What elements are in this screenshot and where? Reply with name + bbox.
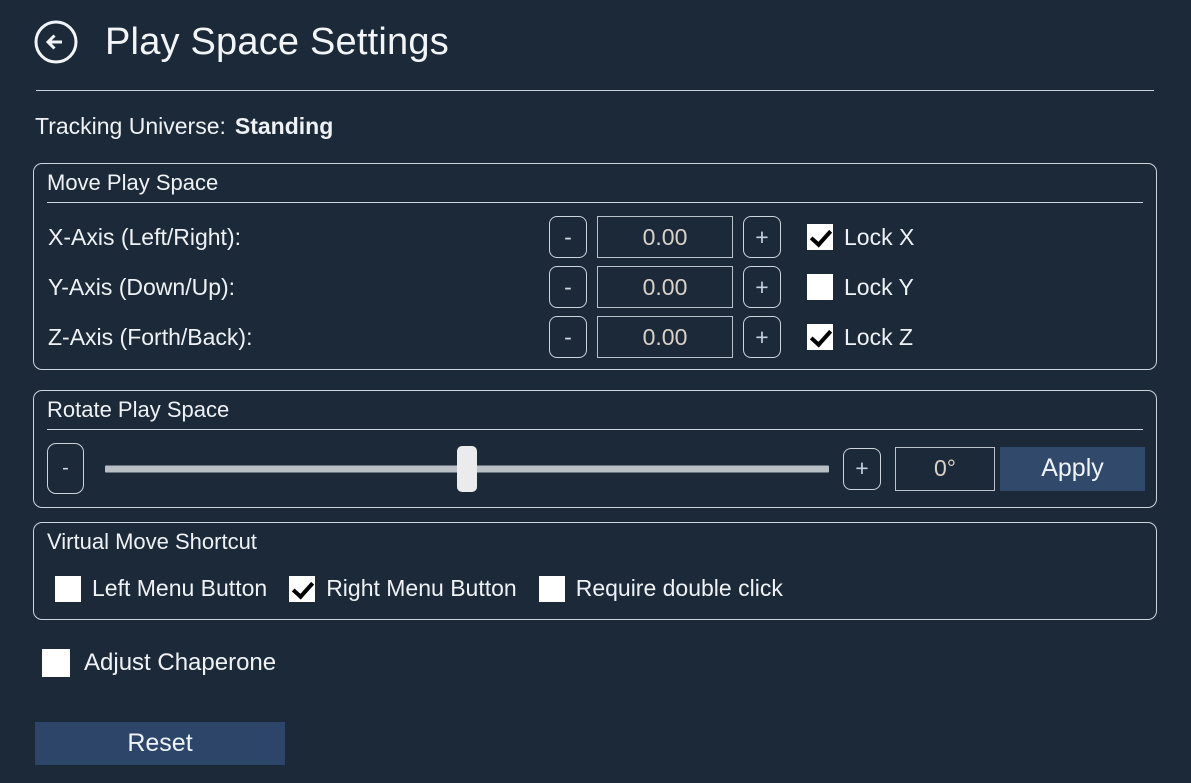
virtual-move-shortcut-group: Virtual Move Shortcut Left Menu Button R… (33, 522, 1157, 620)
lock-y-checkbox[interactable] (807, 274, 833, 300)
x-increment-button[interactable]: + (743, 216, 781, 258)
page-header: Play Space Settings (0, 0, 1191, 64)
header-divider (36, 90, 1154, 91)
axis-rows: X-Axis (Left/Right): - 0.00 + Lock X Y-A… (34, 212, 1156, 362)
x-value-input[interactable]: 0.00 (597, 216, 733, 258)
page-title: Play Space Settings (105, 21, 449, 63)
lock-x-label: Lock X (844, 223, 915, 250)
z-decrement-button[interactable]: - (549, 316, 587, 358)
apply-button[interactable]: Apply (1000, 446, 1145, 491)
axis-label-z: Z-Axis (Forth/Back): (48, 323, 253, 350)
lock-y-checkbox-row[interactable]: Lock Y (807, 274, 914, 301)
rotation-degrees-input[interactable]: 0° (895, 446, 995, 491)
lock-z-label: Lock Z (844, 323, 914, 350)
adjust-chaperone-label: Adjust Chaperone (84, 649, 277, 676)
left-menu-button-checkbox-row[interactable]: Left Menu Button (55, 575, 267, 602)
require-double-click-checkbox[interactable] (538, 575, 565, 602)
left-menu-button-checkbox[interactable] (55, 575, 81, 602)
right-menu-button-checkbox[interactable] (289, 575, 316, 602)
axis-label-y: Y-Axis (Down/Up): (48, 273, 236, 300)
back-arrow-circle-icon[interactable] (32, 18, 80, 66)
rotate-increment-button[interactable]: + (843, 447, 881, 490)
axis-row-y: Y-Axis (Down/Up): - 0.00 + Lock Y (34, 262, 1156, 312)
y-decrement-button[interactable]: - (549, 266, 587, 308)
axis-row-z: Z-Axis (Forth/Back): - 0.00 + Lock Z (34, 312, 1156, 362)
adjust-chaperone-row[interactable]: Adjust Chaperone (42, 649, 276, 677)
rotate-decrement-button[interactable]: - (47, 443, 84, 494)
rotation-slider[interactable] (105, 443, 829, 494)
tracking-universe-value: Standing (234, 113, 334, 139)
lock-y-label: Lock Y (844, 273, 914, 300)
z-increment-button[interactable]: + (743, 316, 781, 358)
z-value-input[interactable]: 0.00 (597, 316, 733, 358)
x-decrement-button[interactable]: - (549, 216, 587, 258)
move-group-divider (47, 202, 1143, 203)
axis-label-x: X-Axis (Left/Right): (48, 223, 241, 250)
right-menu-button-label: Right Menu Button (326, 575, 517, 601)
lock-z-checkbox[interactable] (807, 324, 833, 350)
shortcut-options-row: Left Menu Button Right Menu Button Requi… (55, 575, 805, 602)
rotation-slider-handle[interactable] (457, 445, 477, 492)
y-increment-button[interactable]: + (743, 266, 781, 308)
virtual-move-shortcut-title: Virtual Move Shortcut (47, 529, 257, 554)
lock-x-checkbox[interactable] (807, 224, 833, 250)
rotate-group-divider (47, 429, 1143, 430)
play-space-settings-page: Play Space Settings Tracking Universe: S… (0, 0, 1191, 783)
y-value-input[interactable]: 0.00 (597, 266, 733, 308)
lock-z-checkbox-row[interactable]: Lock Z (807, 324, 913, 351)
axis-controls-y: - 0.00 + Lock Y (549, 266, 914, 308)
move-play-space-title: Move Play Space (47, 170, 219, 195)
tracking-universe-row: Tracking Universe: Standing (35, 113, 333, 140)
axis-row-x: X-Axis (Left/Right): - 0.00 + Lock X (34, 212, 1156, 262)
adjust-chaperone-checkbox[interactable] (42, 649, 70, 677)
move-play-space-group: Move Play Space X-Axis (Left/Right): - 0… (33, 163, 1157, 370)
lock-x-checkbox-row[interactable]: Lock X (807, 224, 914, 251)
rotate-play-space-group: Rotate Play Space - + 0° Apply (33, 390, 1157, 508)
left-menu-button-label: Left Menu Button (92, 575, 268, 601)
axis-controls-x: - 0.00 + Lock X (549, 216, 914, 258)
rotate-controls-row: - + 0° Apply (47, 443, 1145, 494)
reset-button[interactable]: Reset (35, 722, 285, 765)
require-double-click-label: Require double click (575, 575, 783, 601)
tracking-universe-label: Tracking Universe: (35, 113, 226, 139)
axis-controls-z: - 0.00 + Lock Z (549, 316, 913, 358)
right-menu-button-checkbox-row[interactable]: Right Menu Button (289, 575, 517, 602)
require-double-click-checkbox-row[interactable]: Require double click (538, 575, 783, 602)
rotate-play-space-title: Rotate Play Space (47, 397, 230, 422)
